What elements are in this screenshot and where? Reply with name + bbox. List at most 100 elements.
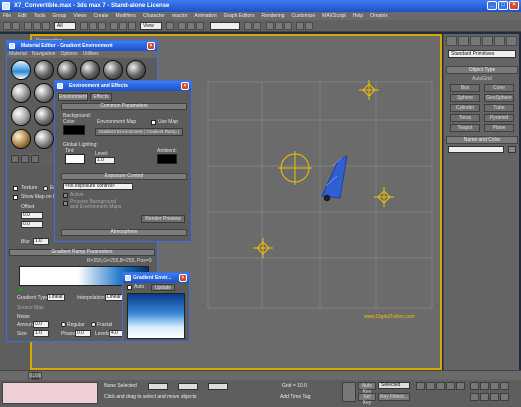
process-bg-checkbox[interactable] — [63, 201, 68, 206]
sample-slot[interactable] — [57, 60, 77, 80]
sample-slot[interactable] — [103, 60, 123, 80]
exposure-control-header[interactable]: Exposure Control — [61, 173, 187, 180]
key-mode-icon[interactable] — [342, 382, 356, 402]
hierarchy-tab-icon[interactable] — [470, 36, 481, 46]
sphere-button[interactable]: Sphere — [450, 94, 480, 102]
unlink-icon[interactable] — [33, 22, 41, 30]
exposure-dropdown[interactable]: <no exposure control> — [63, 183, 133, 190]
me-menu-navigation[interactable]: Navigation — [32, 51, 56, 58]
environ-radio[interactable] — [43, 186, 48, 191]
plane-button[interactable]: Plane — [484, 124, 514, 132]
sample-slot[interactable] — [34, 106, 54, 126]
redo-icon[interactable] — [12, 22, 20, 30]
y-coord-field[interactable] — [178, 383, 198, 390]
maxscript-listener[interactable] — [2, 382, 98, 404]
use-map-checkbox[interactable] — [151, 120, 156, 125]
autogrid-label[interactable]: AutoGrid — [472, 76, 492, 82]
z-coord-field[interactable] — [208, 383, 228, 390]
sample-slot[interactable] — [126, 60, 146, 80]
prev-frame-icon[interactable] — [426, 382, 435, 390]
light-helper-2[interactable] — [278, 151, 312, 185]
sample-slot[interactable] — [11, 83, 31, 103]
menu-reactor[interactable]: reactor — [172, 12, 188, 20]
gradient-preview-close-button[interactable]: × — [179, 274, 187, 282]
env-effects-close-button[interactable]: × — [181, 82, 189, 90]
menu-file[interactable]: File — [3, 12, 11, 20]
tab-effects[interactable]: Effects — [90, 93, 112, 101]
arc-rotate-icon[interactable] — [490, 393, 499, 401]
zoom-all-icon[interactable] — [480, 382, 489, 390]
sample-slot[interactable] — [11, 129, 31, 149]
regular-radio[interactable] — [61, 322, 66, 327]
x-coord-field[interactable] — [148, 383, 168, 390]
phase-field[interactable]: 0.0 — [75, 330, 91, 337]
link-icon[interactable] — [24, 22, 32, 30]
maximize-viewport-icon[interactable] — [500, 393, 509, 401]
teapot-button[interactable]: Teapot — [450, 124, 480, 132]
tint-color-swatch[interactable] — [65, 154, 85, 164]
show-map-checkbox[interactable] — [13, 195, 18, 200]
sample-slot[interactable] — [11, 60, 31, 80]
ref-coord-dropdown[interactable]: View — [140, 22, 162, 30]
go-start-icon[interactable] — [416, 382, 425, 390]
maximize-button[interactable]: □ — [498, 1, 508, 10]
object-color-swatch[interactable] — [508, 146, 516, 153]
primitive-type-dropdown[interactable]: Standard Primitives — [448, 50, 516, 58]
selected-dropdown[interactable]: Selected — [378, 382, 410, 389]
box-button[interactable]: Box — [450, 84, 480, 92]
next-frame-icon[interactable] — [446, 382, 455, 390]
me-menu-options[interactable]: Options — [60, 51, 77, 58]
menu-tools[interactable]: Tools — [34, 12, 46, 20]
ambient-color-swatch[interactable] — [157, 154, 177, 164]
angle-snap-icon[interactable] — [187, 22, 195, 30]
mirror-icon[interactable] — [244, 22, 252, 30]
fov-icon[interactable] — [470, 393, 479, 401]
background-color-swatch[interactable] — [63, 125, 85, 135]
utilities-tab-icon[interactable] — [506, 36, 517, 46]
menu-edit[interactable]: Edit — [18, 12, 27, 20]
play-icon[interactable] — [436, 382, 445, 390]
tab-environment[interactable]: Environment — [58, 93, 88, 101]
render-preview-button[interactable]: Render Preview — [141, 215, 185, 223]
geosphere-button[interactable]: GeoSphere — [484, 94, 514, 102]
menu-modifiers[interactable]: Modifiers — [116, 12, 136, 20]
quick-render-icon[interactable] — [305, 22, 313, 30]
menu-maxscript[interactable]: MAXScript — [322, 12, 346, 20]
sample-slot[interactable] — [80, 60, 100, 80]
named-selection-dropdown[interactable] — [210, 22, 240, 30]
add-time-tag[interactable]: Add Time Tag — [280, 394, 310, 400]
cone-button[interactable]: Cone — [484, 84, 514, 92]
menu-ornatrix[interactable]: Ornatrix — [370, 12, 388, 20]
undo-icon[interactable] — [3, 22, 11, 30]
ramp-flag-start[interactable] — [19, 286, 23, 291]
menu-customize[interactable]: Customize — [292, 12, 316, 20]
sample-slot[interactable] — [34, 83, 54, 103]
modify-tab-icon[interactable] — [458, 36, 469, 46]
put-to-scene-icon[interactable] — [21, 155, 29, 163]
atmosphere-header[interactable]: Atmosphere — [61, 229, 187, 236]
cylinder-button[interactable]: Cylinder — [450, 104, 480, 112]
align-icon[interactable] — [253, 22, 261, 30]
assign-material-icon[interactable] — [31, 155, 39, 163]
size-field[interactable]: 1.0 — [33, 330, 49, 337]
motion-tab-icon[interactable] — [482, 36, 493, 46]
material-editor-icon[interactable] — [284, 22, 292, 30]
level-field[interactable]: 1.0 — [95, 157, 115, 164]
update-button[interactable]: Update — [151, 284, 175, 291]
go-end-icon[interactable] — [456, 382, 465, 390]
create-tab-icon[interactable] — [446, 36, 457, 46]
gradient-ramp-header[interactable]: Gradient Ramp Parameters — [9, 249, 155, 256]
sample-slot[interactable] — [11, 106, 31, 126]
texture-radio[interactable] — [13, 186, 18, 191]
render-scene-icon[interactable] — [296, 22, 304, 30]
fractal-radio[interactable] — [91, 322, 96, 327]
torus-button[interactable]: Torus — [450, 114, 480, 122]
curve-editor-icon[interactable] — [266, 22, 274, 30]
zoom-icon[interactable] — [470, 382, 479, 390]
light-helper-4[interactable] — [253, 238, 273, 258]
pivot-icon[interactable] — [166, 22, 174, 30]
menu-character[interactable]: Character — [143, 12, 165, 20]
zoom-extents-icon[interactable] — [490, 382, 499, 390]
menu-graph-editors[interactable]: Graph Editors — [224, 12, 255, 20]
selected-object[interactable] — [321, 155, 348, 202]
